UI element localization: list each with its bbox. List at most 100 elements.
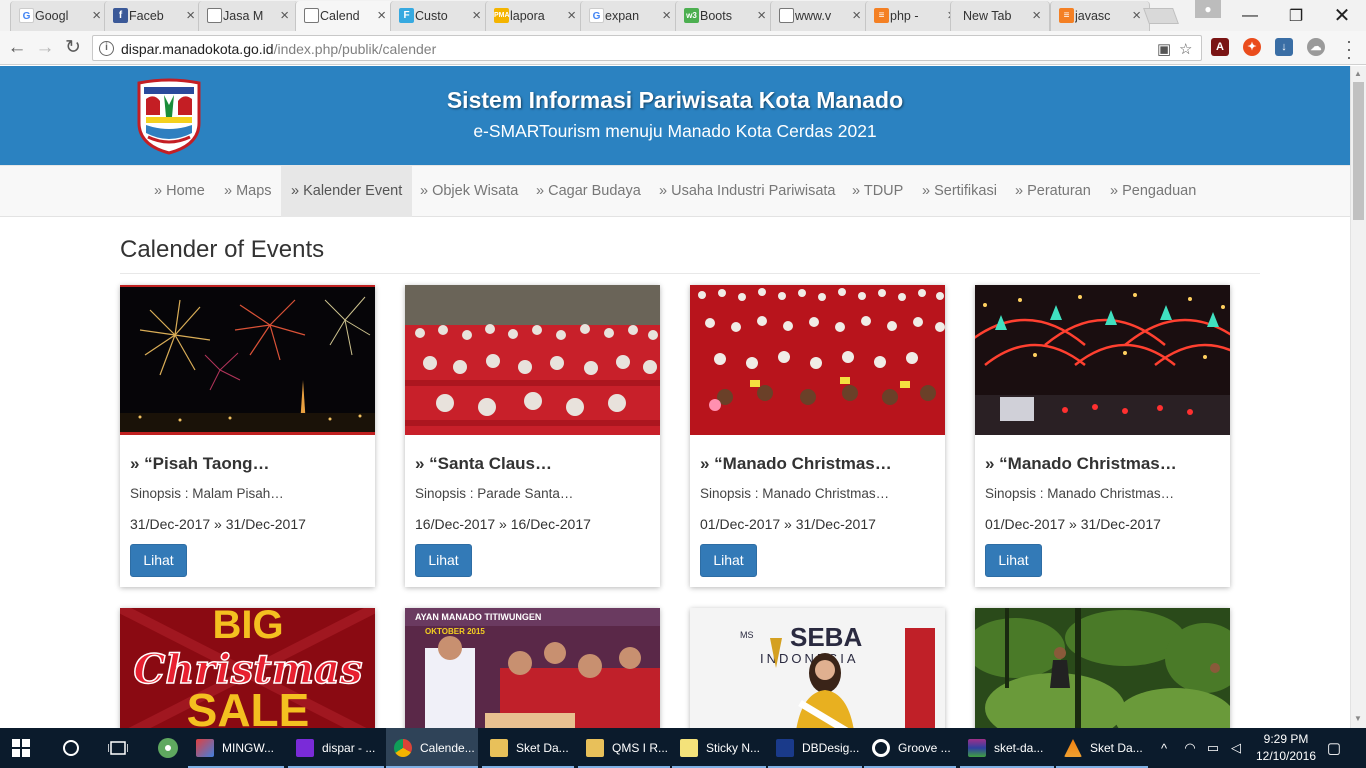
- event-title[interactable]: » “Santa Claus…: [415, 454, 655, 474]
- task-view-icon[interactable]: [108, 728, 130, 768]
- lihat-button[interactable]: Lihat: [985, 544, 1042, 577]
- bookmark-star-icon[interactable]: ☆: [1179, 40, 1192, 58]
- taskbar-app-vlc[interactable]: Sket Da...: [1056, 728, 1148, 768]
- battery-icon[interactable]: ▭: [1203, 728, 1223, 768]
- scroll-up-icon[interactable]: ▲: [1354, 69, 1362, 78]
- nav-sertifikasi[interactable]: » Sertifikasi: [912, 166, 1007, 217]
- show-hidden-icons-icon[interactable]: ^: [1154, 728, 1174, 768]
- info-icon[interactable]: i: [99, 41, 114, 56]
- event-title[interactable]: » “Manado Christmas…: [700, 454, 940, 474]
- volume-icon[interactable]: ◁: [1226, 728, 1246, 768]
- download-extension-icon[interactable]: ↓: [1275, 38, 1293, 56]
- nav-kalender-event[interactable]: » Kalender Event: [281, 166, 413, 217]
- event-dates: 01/Dec-2017 » 31/Dec-2017: [700, 516, 876, 532]
- translate-icon[interactable]: ▣: [1157, 40, 1171, 58]
- page-scrollbar[interactable]: ▲ ▼: [1350, 66, 1366, 728]
- nav-tdup[interactable]: » TDUP: [842, 166, 913, 217]
- action-center-icon[interactable]: ▢: [1322, 728, 1346, 768]
- profile-icon[interactable]: ●: [1195, 0, 1221, 18]
- nav-peraturan[interactable]: » Peraturan: [1005, 166, 1101, 217]
- lihat-button[interactable]: Lihat: [700, 544, 757, 577]
- wifi-icon[interactable]: ◠: [1180, 728, 1200, 768]
- tab-www[interactable]: www.v ×: [770, 1, 870, 31]
- folder-icon: [586, 739, 604, 757]
- event-card[interactable]: SEBA INDONESIA MS: [690, 608, 945, 728]
- taskbar-clock[interactable]: 9:29 PM 12/10/2016: [1254, 731, 1318, 765]
- fire-extension-icon[interactable]: ✦: [1243, 38, 1261, 56]
- tab-facebook[interactable]: f Faceb ×: [104, 1, 204, 31]
- close-icon[interactable]: ×: [567, 8, 576, 23]
- event-image[interactable]: [405, 285, 660, 435]
- tab-new-tab[interactable]: New Tab ×: [950, 1, 1050, 31]
- tab-calender[interactable]: Calend ×: [295, 1, 395, 31]
- event-card[interactable]: [975, 608, 1230, 728]
- maximize-button[interactable]: ❐: [1273, 0, 1319, 31]
- taskbar-app-sticky-notes[interactable]: Sticky N...: [672, 728, 766, 768]
- event-image[interactable]: AYAN MANADO TITIWUNGEN OKTOBER 2015: [405, 608, 660, 728]
- lihat-button[interactable]: Lihat: [415, 544, 472, 577]
- minimize-button[interactable]: —: [1227, 0, 1273, 31]
- scroll-down-icon[interactable]: ▼: [1354, 714, 1362, 723]
- event-image[interactable]: SEBA INDONESIA MS: [690, 608, 945, 728]
- event-title[interactable]: » “Manado Christmas…: [985, 454, 1225, 474]
- nav-cagar-budaya[interactable]: » Cagar Budaya: [526, 166, 651, 217]
- taskbar-app-qms[interactable]: QMS I R...: [578, 728, 670, 768]
- close-icon[interactable]: ×: [662, 8, 671, 23]
- taskbar-app-chrome[interactable]: Calende...: [386, 728, 478, 768]
- reload-button[interactable]: ↻: [62, 37, 84, 59]
- event-title[interactable]: » “Pisah Taong…: [130, 454, 370, 474]
- close-icon[interactable]: ×: [472, 8, 481, 23]
- event-card[interactable]: BIG Christmas SALE: [120, 608, 375, 728]
- tab-google[interactable]: G Googl ×: [10, 1, 110, 31]
- event-card[interactable]: AYAN MANADO TITIWUNGEN OKTOBER 2015: [405, 608, 660, 728]
- windows-start-icon[interactable]: [12, 728, 36, 768]
- pdf-extension-icon[interactable]: A: [1211, 38, 1229, 56]
- taskbar-app-label: Sket Da...: [516, 741, 569, 755]
- stack-icon: ≡: [1059, 8, 1074, 23]
- taskbar-app-mingw[interactable]: MINGW...: [188, 728, 284, 768]
- nav-home[interactable]: » Home: [144, 166, 215, 217]
- event-image[interactable]: [975, 285, 1230, 435]
- new-tab-button[interactable]: [1143, 8, 1179, 24]
- nav-maps[interactable]: » Maps: [214, 166, 282, 217]
- tab-label: www.v: [795, 9, 832, 23]
- tab-lapora[interactable]: PMA lapora ×: [485, 1, 585, 31]
- nav-objek-wisata[interactable]: » Objek Wisata: [410, 166, 528, 217]
- forward-button[interactable]: →: [34, 37, 56, 59]
- atom-app-icon[interactable]: [157, 728, 181, 768]
- taskbar-app-winrar[interactable]: sket-da...: [960, 728, 1054, 768]
- event-image[interactable]: [690, 285, 945, 435]
- event-image[interactable]: [975, 608, 1230, 728]
- taskbar-app-label: sket-da...: [994, 741, 1044, 755]
- site-header: Sistem Informasi Pariwisata Kota Manado …: [0, 66, 1350, 165]
- close-icon[interactable]: ×: [757, 8, 766, 23]
- tab-boots[interactable]: w3 Boots ×: [675, 1, 775, 31]
- close-icon[interactable]: ×: [92, 8, 101, 23]
- tab-custo[interactable]: F Custo ×: [390, 1, 490, 31]
- cloud-extension-icon[interactable]: ☁: [1307, 38, 1325, 56]
- cortana-search-icon[interactable]: [62, 728, 82, 768]
- address-bar[interactable]: i dispar.manadokota.go.id/index.php/publ…: [92, 35, 1202, 61]
- event-image[interactable]: [120, 285, 375, 435]
- taskbar-app-groove[interactable]: Groove ...: [864, 728, 956, 768]
- event-image[interactable]: BIG Christmas SALE: [120, 608, 375, 728]
- taskbar-app-sket-data[interactable]: Sket Da...: [482, 728, 574, 768]
- close-icon[interactable]: ×: [377, 8, 386, 23]
- tab-jasa[interactable]: Jasa M ×: [198, 1, 298, 31]
- tab-javasc[interactable]: ≡ javasc ×: [1050, 1, 1150, 31]
- nav-pengaduan[interactable]: » Pengaduan: [1100, 166, 1206, 217]
- close-icon[interactable]: ×: [1032, 8, 1041, 23]
- close-icon[interactable]: ×: [280, 8, 289, 23]
- nav-usaha-industri[interactable]: » Usaha Industri Pariwisata: [649, 166, 846, 217]
- scrollbar-thumb[interactable]: [1353, 82, 1364, 220]
- taskbar-app-phpstorm[interactable]: dispar - ...: [288, 728, 384, 768]
- close-icon[interactable]: ×: [186, 8, 195, 23]
- chrome-menu-icon[interactable]: · · ·: [1344, 32, 1354, 66]
- close-window-button[interactable]: ✕: [1319, 0, 1365, 31]
- taskbar-app-dbdesigner[interactable]: DBDesig...: [768, 728, 862, 768]
- back-button[interactable]: ←: [6, 37, 28, 59]
- close-icon[interactable]: ×: [852, 8, 861, 23]
- close-icon[interactable]: ×: [1132, 8, 1141, 23]
- tab-expan[interactable]: G expan ×: [580, 1, 680, 31]
- lihat-button[interactable]: Lihat: [130, 544, 187, 577]
